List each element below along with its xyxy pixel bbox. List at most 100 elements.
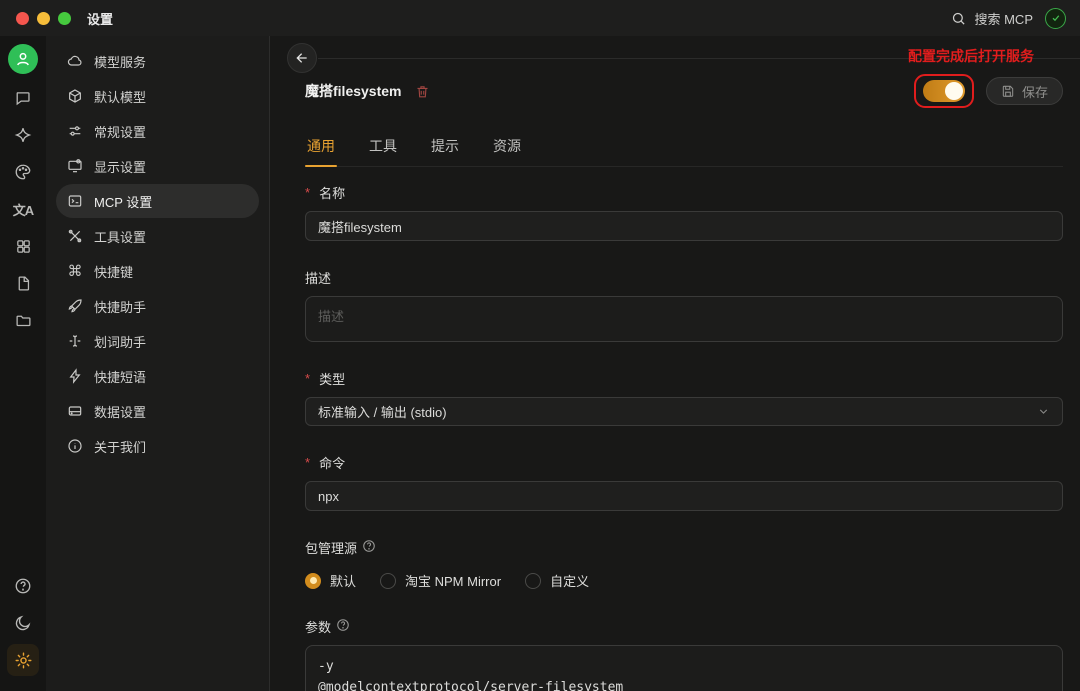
trash-icon [417,85,428,97]
radio-dot [380,572,397,589]
info-circle-icon [68,439,82,453]
rail-help-button[interactable] [7,570,39,602]
sidebar-item-quick-phrases[interactable]: 快捷短语 [56,359,259,393]
name-input[interactable] [305,211,1063,241]
annotation-toggle-ring [913,74,974,108]
sidebar-item-tools[interactable]: 工具设置 [56,219,259,253]
sidebar-item-label: 常规设置 [94,124,147,140]
sliders-icon [69,126,81,136]
radio-default[interactable]: 默认 [305,571,356,590]
annotation-toggle-note: 配置完成后打开服务 [908,48,1034,64]
radio-custom[interactable]: 自定义 [525,571,589,590]
folder-icon [15,315,31,326]
description-textarea[interactable]: 描述 [305,296,1063,342]
sidebar-item-display[interactable]: 显示设置 [56,149,259,183]
description-label: 描述 [305,271,332,286]
icon-rail: 文A [0,36,46,691]
sidebar-item-label: 划词助手 [94,334,147,350]
mcp-detail-panel: 配置完成后打开服务 魔搭filesystem 保存 通用 工具 提示 资源 * … [270,36,1080,691]
rail-theme-button[interactable] [7,607,39,639]
traffic-lights [16,11,71,25]
moon-icon [15,615,31,631]
sidebar-item-mcp[interactable]: MCP 设置 [56,184,259,218]
command-input[interactable] [305,481,1063,511]
help-circle-icon[interactable] [362,539,376,556]
radio-dot [305,572,321,589]
zoom-window-button[interactable] [58,11,71,25]
save-icon [1002,85,1014,97]
rail-translate-button[interactable]: 文A [7,193,39,225]
sidebar-item-model-services[interactable]: 模型服务 [56,44,259,78]
sidebar-item-label: 模型服务 [94,54,147,70]
settings-sidebar: 模型服务 默认模型 常规设置 显示设置 MCP 设置 工具设置 ⌘ 快捷键 快捷… [46,36,270,691]
tab-bar: 通用 工具 提示 资源 [305,130,1063,167]
radio-label: 默认 [330,574,357,589]
tools-icon [68,229,82,243]
tab-general[interactable]: 通用 [305,130,337,167]
sparkle-icon [14,128,32,142]
registry-radio-group: 默认 淘宝 NPM Mirror 自定义 [305,571,1063,590]
args-label: 参数 [305,617,1063,636]
mcp-config-form: 名称 描述 描述 类型 标准输入 / 输出 (stdio) 命令 包管理源 默认 [270,167,1080,691]
sidebar-item-label: 工具设置 [94,229,147,245]
cube-icon [69,89,81,103]
rail-settings-button[interactable] [7,644,39,676]
radio-dot [525,572,542,589]
minimize-window-button[interactable] [37,11,50,25]
tab-prompts[interactable]: 提示 [429,130,461,166]
sidebar-item-label: 默认模型 [94,89,147,105]
rail-apps-button[interactable] [7,230,39,262]
arrow-left-icon [296,53,307,63]
toggle-knob [944,82,963,100]
radio-label: 自定义 [550,574,590,589]
args-label-text: 参数 [305,620,332,635]
palette-icon [15,164,31,180]
sidebar-item-general[interactable]: 常规设置 [56,114,259,148]
sidebar-item-default-models[interactable]: 默认模型 [56,79,259,113]
sidebar-item-label: 数据设置 [94,404,147,420]
text-cursor-icon [69,335,81,347]
sidebar-item-quick-assistant[interactable]: 快捷助手 [56,289,259,323]
close-window-button[interactable] [16,11,29,25]
check-circle-icon [1052,15,1059,22]
radio-taobao-mirror[interactable]: 淘宝 NPM Mirror [380,571,501,590]
sidebar-item-data[interactable]: 数据设置 [56,394,259,428]
back-button[interactable] [287,43,317,73]
chat-icon [16,92,30,106]
args-textarea[interactable]: -y @modelcontextprotocol/server-filesyst… [305,645,1063,691]
search-mcp-button[interactable]: 搜索 MCP [951,9,1033,28]
sidebar-item-label: 快捷助手 [94,299,147,315]
sidebar-item-selection-assistant[interactable]: 划词助手 [56,324,259,358]
connection-status-badge[interactable] [1045,7,1066,29]
rail-assistant-button[interactable] [7,119,39,151]
tab-resources[interactable]: 资源 [491,130,523,166]
user-avatar[interactable] [8,44,38,74]
file-icon [18,275,29,291]
translate-icon: 文A [12,202,34,218]
rail-folder-button[interactable] [7,304,39,336]
search-label: 搜索 MCP [974,11,1033,27]
save-button[interactable]: 保存 [985,77,1063,105]
args-line-1: -y [318,659,334,674]
sidebar-item-label: 显示设置 [94,159,147,175]
gear-icon [15,652,31,668]
type-select[interactable]: 标准输入 / 输出 (stdio) [305,397,1063,426]
command-icon: ⌘ [67,263,83,280]
delete-server-button[interactable] [415,84,430,99]
grid-icon [16,239,30,253]
rail-chat-button[interactable] [7,82,39,114]
name-label: 名称 [305,183,1063,202]
radio-label: 淘宝 NPM Mirror [405,574,502,589]
user-icon [17,52,29,66]
sidebar-item-shortcuts[interactable]: ⌘ 快捷键 [56,254,259,288]
sidebar-item-about[interactable]: 关于我们 [56,429,259,463]
help-circle-icon[interactable] [336,618,350,635]
registry-label: 包管理源 [305,538,1063,557]
rail-files-button[interactable] [7,267,39,299]
type-label: 类型 [305,369,1063,388]
tab-tools[interactable]: 工具 [367,130,399,166]
rail-paint-button[interactable] [7,156,39,188]
titlebar: 设置 搜索 MCP [0,0,1080,36]
server-enabled-toggle[interactable] [922,80,965,102]
drive-icon [68,406,82,416]
